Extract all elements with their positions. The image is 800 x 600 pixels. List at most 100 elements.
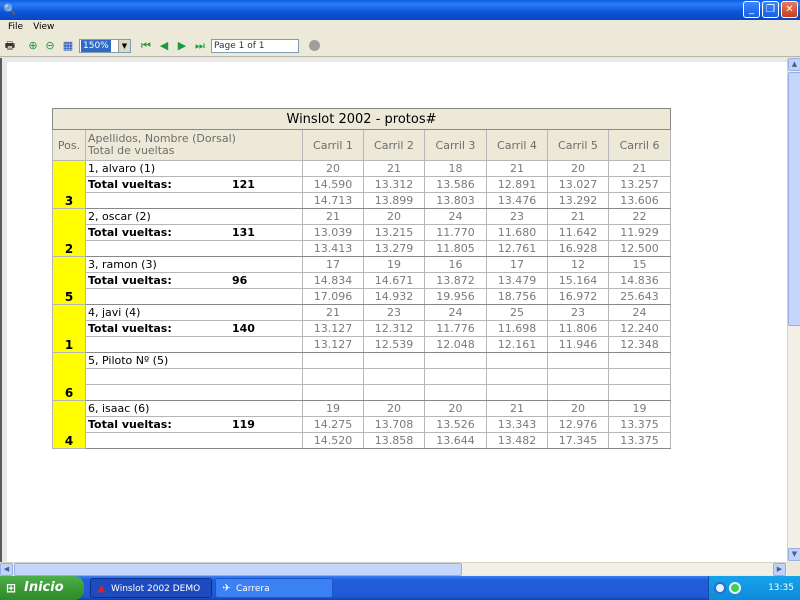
- previous-page-icon[interactable]: ◀: [157, 39, 171, 53]
- best-lap-time: 14.834: [302, 272, 364, 289]
- zoom-in-icon[interactable]: ⊕: [26, 39, 40, 53]
- best-lap-time: 11.806: [547, 320, 609, 337]
- header-lane-1: Carril 1: [302, 129, 364, 161]
- lap-count: 21: [607, 160, 672, 177]
- page-number-field[interactable]: Page 1 of 1: [211, 39, 299, 53]
- pilot-name: 3, ramon (3): [85, 256, 303, 273]
- chevron-down-icon[interactable]: ▼: [118, 40, 130, 52]
- header-lane-2: Carril 2: [363, 129, 425, 161]
- pilot-name: 5, Piloto Nº (5): [85, 352, 303, 369]
- lap-count: 19: [302, 400, 364, 417]
- vertical-scroll-thumb[interactable]: [788, 72, 800, 326]
- lap-count: 20: [547, 160, 609, 177]
- average-lap-time: 13.413: [302, 240, 364, 257]
- best-lap-time: [363, 368, 425, 385]
- taskbar-item-winslot[interactable]: ▲ Winslot 2002 DEMO V...: [90, 578, 212, 598]
- best-lap-time: 14.590: [302, 176, 364, 193]
- total-laps: [85, 368, 303, 385]
- best-lap-time: 13.872: [424, 272, 487, 289]
- menu-file[interactable]: File: [3, 20, 28, 35]
- average-lap-time: 11.805: [424, 240, 487, 257]
- table-row: 1 4, javi (4) 21 23 24 25 23 24: [52, 304, 672, 353]
- start-button[interactable]: ⊞ Inicio: [0, 576, 84, 600]
- total-laps: Total vueltas: 140: [85, 320, 303, 337]
- scroll-corner: [787, 562, 800, 575]
- best-lap-time: [607, 368, 672, 385]
- blank-cell: [85, 192, 303, 209]
- race-results-table: Winslot 2002 - protos# Pos. Apellidos, N…: [51, 108, 672, 449]
- total-laps: Total vueltas: 96: [85, 272, 303, 289]
- best-lap-time: 12.312: [363, 320, 425, 337]
- print-icon[interactable]: 🖶: [3, 39, 17, 53]
- average-lap-time: 13.644: [424, 432, 487, 449]
- scroll-up-icon[interactable]: ▲: [788, 58, 800, 71]
- average-lap-time: 14.520: [302, 432, 364, 449]
- lap-count: 25: [486, 304, 548, 321]
- lap-count: 12: [547, 256, 609, 273]
- best-lap-time: 13.526: [424, 416, 487, 433]
- lap-count: 19: [363, 256, 425, 273]
- minimize-button[interactable]: _: [743, 1, 760, 18]
- taskbar-item-carrera[interactable]: ✈ Carrera: [215, 578, 333, 598]
- lap-count: [486, 352, 548, 369]
- window-titlebar[interactable]: 🔍 _ ❐ ✕: [0, 0, 800, 20]
- blank-cell: [85, 336, 303, 353]
- best-lap-time: 13.257: [607, 176, 672, 193]
- horizontal-scroll-thumb[interactable]: [14, 563, 462, 576]
- lap-count: 20: [547, 400, 609, 417]
- best-lap-time: 13.375: [607, 416, 672, 433]
- scroll-right-icon[interactable]: ▶: [773, 563, 786, 576]
- report-page: Winslot 2002 - protos# Pos. Apellidos, N…: [7, 62, 787, 562]
- first-page-icon[interactable]: ⏮: [139, 39, 153, 53]
- zoom-out-icon[interactable]: ⊖: [43, 39, 57, 53]
- close-button[interactable]: ✕: [781, 1, 798, 18]
- next-page-icon[interactable]: ▶: [175, 39, 189, 53]
- average-lap-time: 13.375: [607, 432, 672, 449]
- lap-count: [607, 352, 672, 369]
- average-lap-time: 25.643: [607, 288, 672, 305]
- lap-count: 17: [302, 256, 364, 273]
- network-icon[interactable]: [714, 582, 726, 594]
- menu-bar: File View: [0, 20, 800, 35]
- table-row: 4 6, isaac (6) 19 20 20 21 20 19: [52, 400, 672, 449]
- preview-app-icon: 🔍: [3, 3, 17, 16]
- scroll-down-icon[interactable]: ▼: [788, 548, 800, 561]
- scroll-left-icon[interactable]: ◀: [0, 563, 13, 576]
- lap-count: 21: [486, 400, 548, 417]
- lap-count: 21: [363, 160, 425, 177]
- carrera-app-icon: ✈: [222, 583, 231, 594]
- toolbar: 🖶 ⊕ ⊖ ▦ 150% ▼ ⏮ ◀ ▶ ⏭ Page 1 of 1: [0, 36, 800, 57]
- stop-icon[interactable]: [309, 40, 320, 51]
- average-lap-time: 16.928: [547, 240, 609, 257]
- lap-count: 21: [302, 208, 364, 225]
- average-lap-time: 12.539: [363, 336, 425, 353]
- lap-count: 21: [302, 304, 364, 321]
- best-lap-time: 13.586: [424, 176, 487, 193]
- system-tray: 13:35: [708, 576, 800, 600]
- maximize-button[interactable]: ❐: [762, 1, 779, 18]
- security-icon[interactable]: [729, 582, 741, 594]
- document-area: Winslot 2002 - protos# Pos. Apellidos, N…: [0, 58, 787, 562]
- average-lap-time: 12.348: [607, 336, 672, 353]
- total-laps-value: 121: [232, 178, 255, 191]
- horizontal-scrollbar[interactable]: ◀ ▶: [0, 562, 787, 576]
- pilot-name: 6, isaac (6): [85, 400, 303, 417]
- lap-count: 24: [607, 304, 672, 321]
- total-laps-label: Total vueltas:: [88, 418, 172, 431]
- average-lap-time: [486, 384, 548, 401]
- lap-count: [424, 352, 487, 369]
- lap-count: 21: [486, 160, 548, 177]
- menu-view[interactable]: View: [28, 20, 59, 35]
- zoom-select[interactable]: 150% ▼: [79, 39, 131, 53]
- best-lap-time: 13.127: [302, 320, 364, 337]
- header-pilot: Apellidos, Nombre (Dorsal) Total de vuel…: [85, 129, 303, 161]
- position-badge: 3: [52, 160, 86, 209]
- total-laps-value: 119: [232, 418, 255, 431]
- windows-flag-icon: ⊞: [6, 581, 17, 595]
- page-view-icon[interactable]: ▦: [61, 39, 75, 53]
- taskbar-item-label: Winslot 2002 DEMO V...: [111, 584, 201, 594]
- header-lane-3: Carril 3: [424, 129, 487, 161]
- last-page-icon[interactable]: ⏭: [193, 39, 207, 53]
- average-lap-time: 13.476: [486, 192, 548, 209]
- vertical-scrollbar[interactable]: ▲ ▼: [787, 58, 800, 562]
